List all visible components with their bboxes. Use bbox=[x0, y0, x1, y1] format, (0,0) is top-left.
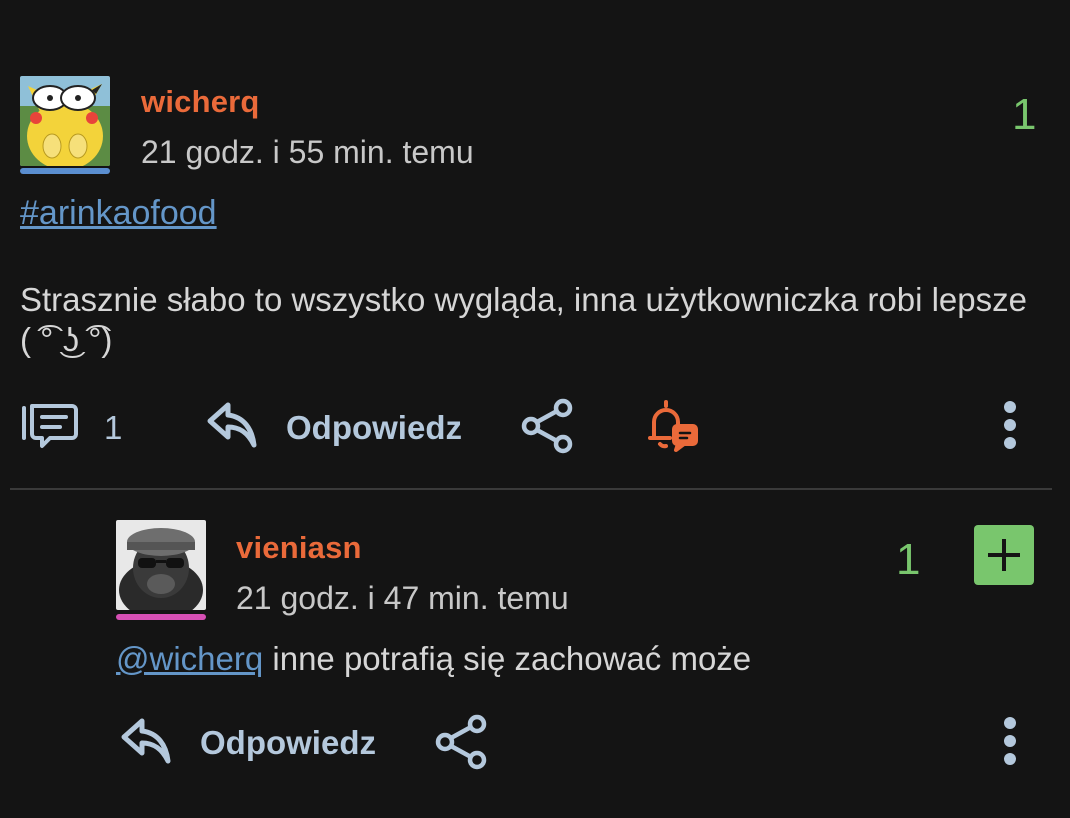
reply-button[interactable]: Odpowiedz bbox=[286, 409, 462, 447]
reply-timestamp: 21 godz. i 47 min. temu bbox=[236, 580, 569, 616]
avatar-vieniasn[interactable] bbox=[116, 520, 206, 610]
post-body-text: Strasznie słabo to wszystko wygląda, inn… bbox=[20, 281, 1027, 358]
reply-username[interactable]: vieniasn bbox=[236, 530, 362, 566]
reply-button[interactable]: Odpowiedz bbox=[200, 724, 376, 762]
reply-body: @wicherq inne potrafią się zachować może bbox=[116, 640, 751, 678]
comment-count[interactable]: 1 bbox=[104, 409, 122, 447]
comment-divider bbox=[10, 488, 1052, 490]
more-vertical-icon[interactable] bbox=[1000, 716, 1020, 766]
plus-icon bbox=[988, 539, 1020, 571]
mention-link[interactable]: @wicherq bbox=[116, 640, 263, 677]
reply-arrow-icon[interactable] bbox=[120, 717, 172, 765]
reply-score: 1 bbox=[896, 535, 921, 584]
post-tag-link[interactable]: #arinkaofood bbox=[20, 194, 217, 233]
upvote-button[interactable] bbox=[974, 525, 1034, 585]
post-score: 1 bbox=[1012, 90, 1037, 139]
post-timestamp: 21 godz. i 55 min. temu bbox=[141, 134, 474, 170]
post-username[interactable]: wicherq bbox=[141, 84, 260, 120]
more-vertical-icon[interactable] bbox=[1000, 400, 1020, 450]
comments-icon[interactable] bbox=[20, 400, 80, 450]
share-icon[interactable] bbox=[521, 398, 575, 454]
reply-body-text: inne potrafią się zachować może bbox=[263, 640, 752, 677]
user-color-bar bbox=[116, 614, 206, 620]
share-icon[interactable] bbox=[435, 714, 489, 770]
avatar-wicherq[interactable] bbox=[20, 76, 110, 166]
bell-notification-icon[interactable] bbox=[644, 398, 700, 454]
user-color-bar bbox=[20, 168, 110, 174]
reply-arrow-icon[interactable] bbox=[206, 401, 258, 449]
